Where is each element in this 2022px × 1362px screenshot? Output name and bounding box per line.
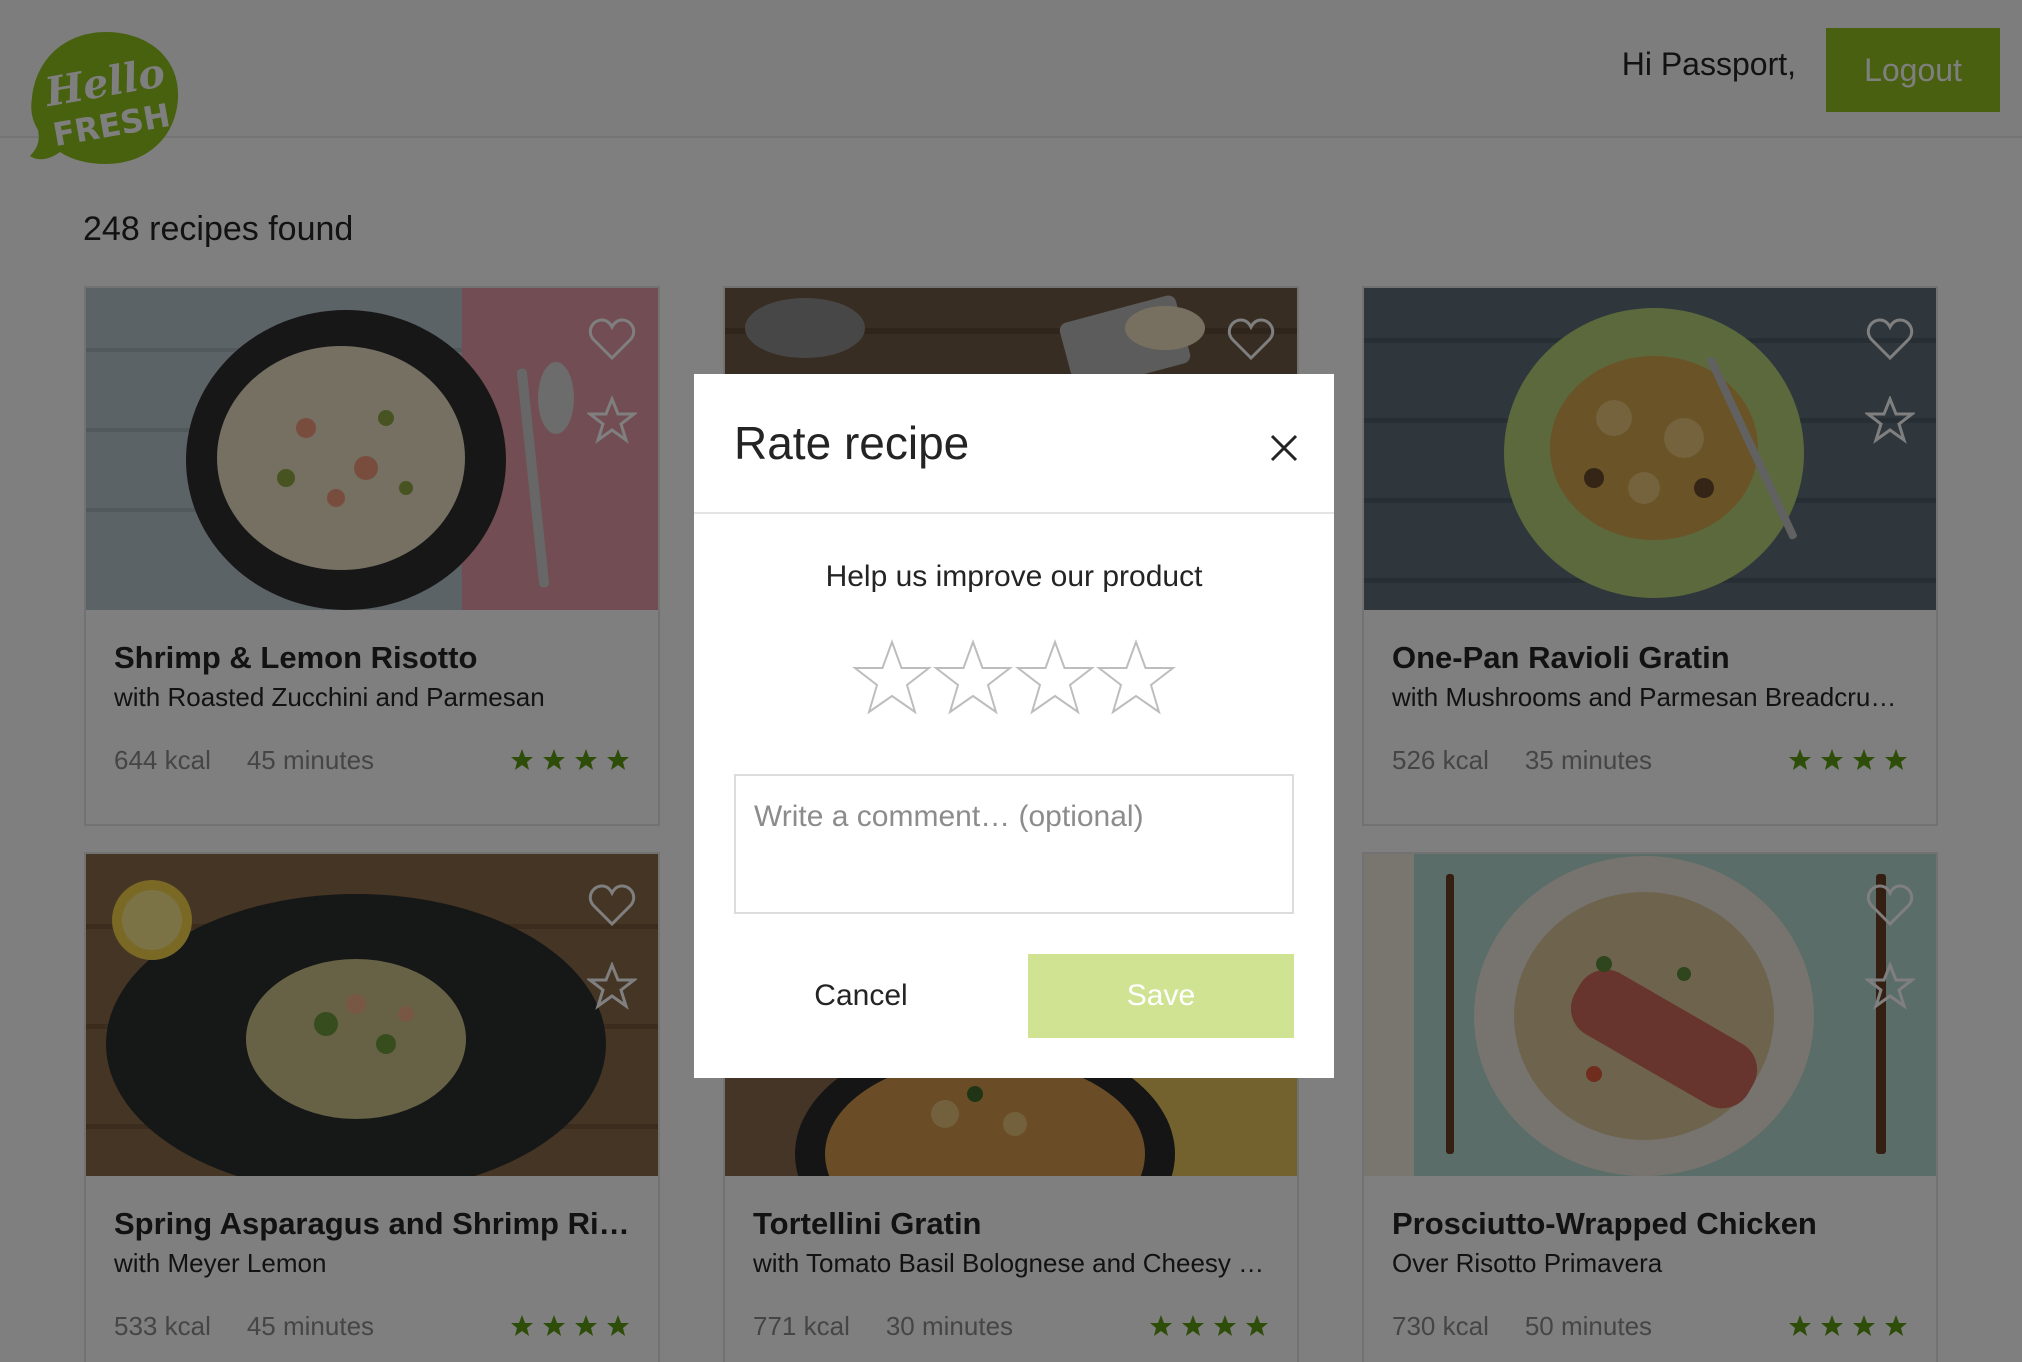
cancel-button[interactable]: Cancel: [756, 954, 966, 1038]
rating-star-1-icon[interactable]: [852, 638, 932, 718]
rate-recipe-dialog: Rate recipe Help us improve our product …: [694, 374, 1334, 1078]
dialog-header: Rate recipe: [694, 374, 1334, 514]
comment-input[interactable]: [734, 774, 1294, 914]
close-button[interactable]: [1260, 424, 1308, 472]
rating-star-3-icon[interactable]: [1014, 638, 1095, 718]
dialog-subtitle: Help us improve our product: [825, 560, 1203, 593]
save-button[interactable]: Save: [1028, 954, 1294, 1038]
close-icon: [1270, 434, 1298, 462]
rating-star-2-icon[interactable]: [933, 638, 1014, 718]
rating-star-4-icon[interactable]: [1096, 638, 1176, 718]
dialog-title: Rate recipe: [734, 417, 970, 469]
star-rating-input[interactable]: [852, 638, 1176, 718]
